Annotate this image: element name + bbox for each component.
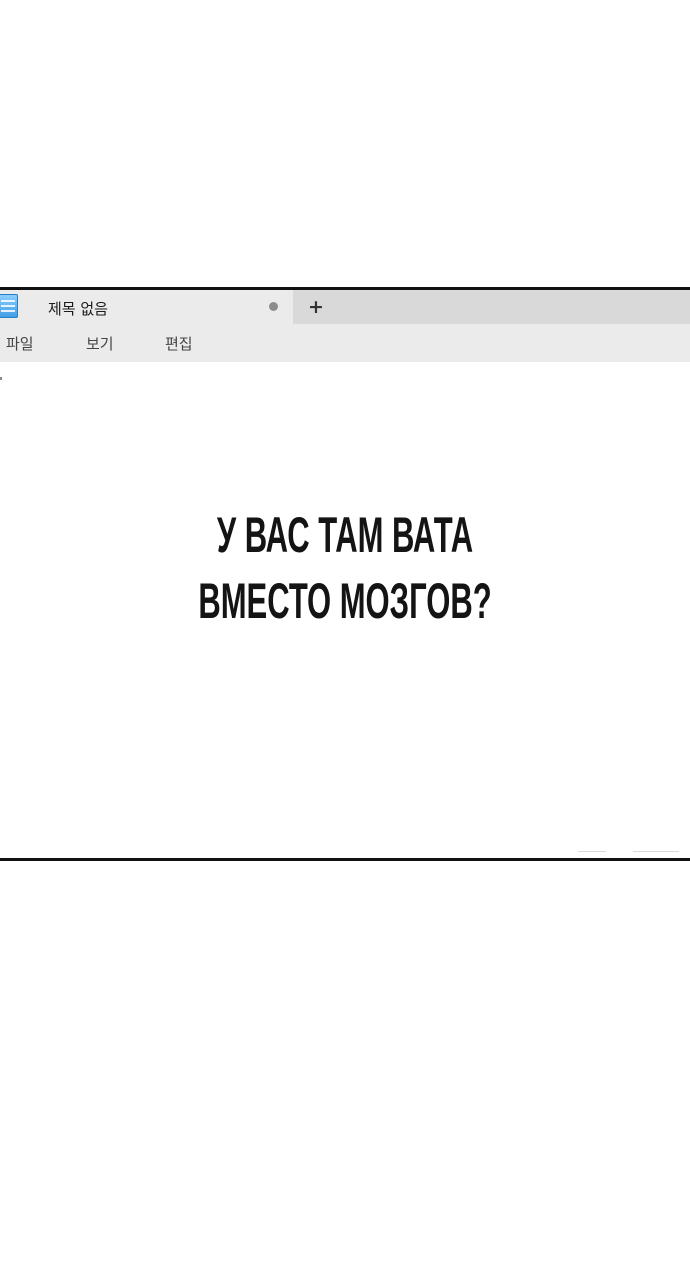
new-tab-button[interactable]: +	[305, 294, 327, 320]
tab-title: 제목 없음	[48, 300, 108, 318]
document-line-2: ВМЕСТО МОЗГОВ?	[198, 573, 492, 629]
text-caret	[0, 377, 2, 380]
divider	[633, 851, 679, 852]
icon-line	[1, 300, 15, 302]
tab-bar: 제목 없음 +	[0, 290, 690, 324]
notepad-icon	[0, 294, 18, 318]
divider	[578, 851, 606, 852]
tab-untitled[interactable]: 제목 없음	[0, 290, 293, 324]
icon-line	[1, 310, 15, 312]
document-line-1: У ВАС ТАМ ВАТА	[216, 507, 474, 563]
menu-file[interactable]: 파일	[6, 333, 34, 354]
unsaved-indicator-icon[interactable]	[269, 302, 278, 311]
text-editor-area[interactable]: У ВАС ТАМ ВАТА ВМЕСТО МОЗГОВ?	[0, 362, 690, 858]
document-text: У ВАС ТАМ ВАТА ВМЕСТО МОЗГОВ?	[131, 502, 559, 634]
menu-edit[interactable]: 편집	[165, 333, 193, 354]
notepad-window: 제목 없음 + 파일 보기 편집 У ВАС ТАМ ВАТА ВМЕСТО М…	[0, 287, 690, 861]
menu-bar: 파일 보기 편집	[0, 324, 690, 362]
icon-line	[1, 305, 15, 307]
menu-view[interactable]: 보기	[86, 333, 114, 354]
